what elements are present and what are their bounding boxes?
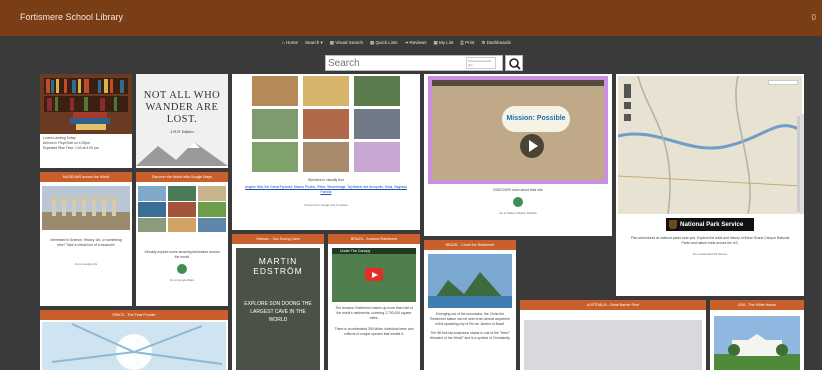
mountain-illustration — [136, 142, 228, 166]
nps-banner[interactable]: National Park Service — [666, 218, 754, 231]
card-google-maps[interactable]: Discover the World with Google Maps Virt… — [136, 172, 228, 306]
nav-my-list[interactable]: ▦ My List — [434, 38, 454, 48]
nav-print[interactable]: ⎙ Print — [460, 38, 474, 48]
mission-video-title: Mission: Possible — [502, 106, 570, 132]
museums-body: Interested in Science, History, Art, or … — [50, 238, 122, 247]
nav-quick-lists[interactable]: ▦ Quick Lists — [370, 38, 398, 48]
mission-link-icon[interactable] — [513, 197, 523, 207]
card-christ-redeemer[interactable]: BRAZIL - Christ the Redeemer Emerging ou… — [424, 240, 516, 370]
card-library-reading[interactable]: Lorem Lending Today Arrives in Floyd Bel… — [40, 74, 132, 168]
card-wonders[interactable]: Wonders in visually tour Angkor Wat, the… — [232, 74, 420, 230]
nav-dashboards[interactable]: ⚙ Dashboards — [481, 38, 511, 48]
quote-text: NOT ALL WHO WANDER ARE LOST. — [143, 90, 221, 125]
amazon-video[interactable]: Under The Canopy — [332, 248, 416, 302]
search-tips[interactable]: Advanced search tips — [466, 57, 496, 69]
son-doong-header[interactable]: Vietnam - Son Doong Cave — [232, 234, 324, 244]
white-house-header[interactable]: USA - The White House — [710, 300, 804, 310]
space-image — [42, 322, 226, 370]
nav-reviews[interactable]: ⇥ Reviews — [404, 38, 426, 48]
google-maps-header[interactable]: Discover the World with Google Maps — [136, 172, 228, 182]
nav-home[interactable]: ⌂ Home — [282, 38, 298, 48]
nps-logo-icon — [669, 220, 677, 229]
map-zoom-controls[interactable] — [624, 84, 631, 98]
wonders-grid — [252, 76, 400, 174]
mission-video: Mission: Possible — [432, 80, 604, 180]
maps-icon[interactable] — [177, 264, 187, 274]
search-button[interactable] — [505, 55, 523, 71]
card-amazon[interactable]: BRAZIL - Amazon Rainforest Under The Can… — [328, 234, 420, 370]
amazon-video-title: Under The Canopy — [340, 249, 371, 253]
museum-ruins-image — [42, 186, 130, 230]
card-great-barrier-reef[interactable]: AUSTRALIA - Great Barrier Reef — [520, 300, 706, 370]
wonders-caption: Wonders in visually tour — [308, 178, 344, 182]
card-space[interactable]: SPACE - The Final Frontier — [40, 310, 228, 370]
redeemer-body-2: The 98 foot tall soapstone statue is one… — [429, 331, 511, 340]
nps-body: Plan adventures at national parks near y… — [630, 236, 790, 245]
space-header[interactable]: SPACE - The Final Frontier — [40, 310, 228, 320]
amazon-body-2: There is an estimated 390 billion indivi… — [334, 327, 414, 336]
reef-image — [524, 320, 702, 370]
mission-credit[interactable]: Go to Tekken Mission Website — [434, 211, 602, 215]
play-icon[interactable] — [365, 268, 383, 281]
mission-caption: DISCOVER more about their site — [493, 188, 543, 192]
reef-header[interactable]: AUSTRALIA - Great Barrier Reef — [520, 300, 706, 310]
book-author: MARTIN EDSTRÖM — [253, 256, 303, 276]
map-search-field[interactable] — [768, 80, 798, 85]
site-title[interactable]: Fortismere School Library — [20, 12, 123, 22]
nav-search[interactable]: Search ▾ — [305, 38, 323, 48]
book-cover: MARTIN EDSTRÖM EXPLORE SON DOONG THE LAR… — [236, 248, 320, 370]
redeemer-body: Emerging out of the mountains, the Chris… — [430, 312, 510, 326]
quote-panel: NOT ALL WHO WANDER ARE LOST. J.R.R Tolki… — [136, 74, 228, 166]
nps-label: National Park Service — [680, 221, 744, 228]
wonders-links[interactable]: Angkor Wat, the Great Pyramid, Machu Pic… — [242, 185, 410, 195]
wonders-credit[interactable]: Scenes from Google Arts & Culture — [242, 203, 410, 207]
card-national-park[interactable]: National Park Service Plan adventures at… — [616, 74, 804, 296]
mission-video-frame[interactable]: Mission: Possible — [428, 76, 608, 184]
card-scrollbar[interactable] — [800, 114, 804, 214]
google-maps-body: Virtually explore some amazing landmarks… — [144, 250, 220, 259]
google-maps-credit[interactable]: Go to Google Maps — [142, 278, 222, 282]
museums-credit[interactable]: Go to Google Arts — [46, 262, 126, 266]
search-input[interactable] — [328, 57, 468, 69]
corner-indicator: 0 — [811, 13, 816, 22]
amazon-body: The Amazon Rainforest makes up more than… — [335, 306, 413, 320]
top-bar: Fortismere School Library 0 — [0, 0, 822, 36]
search-box: Advanced search tips — [325, 55, 503, 71]
card-son-doong[interactable]: Vietnam - Son Doong Cave MARTIN EDSTRÖM … — [232, 234, 324, 370]
search-icon — [509, 58, 521, 70]
rio-image — [428, 254, 512, 308]
book-title: EXPLORE SON DOONG THE LARGEST CAVE IN TH… — [244, 301, 312, 323]
card-mission-possible[interactable]: Mission: Possible DISCOVER more about th… — [424, 74, 612, 236]
nav-bar: ⌂ Home Search ▾ ▦ Visual Search ▦ Quick … — [0, 36, 822, 52]
card-quote[interactable]: NOT ALL WHO WANDER ARE LOST. J.R.R Tolki… — [136, 74, 228, 168]
video-play-icon[interactable] — [520, 134, 544, 158]
map-roads — [617, 75, 803, 215]
map-locate-icon[interactable] — [624, 114, 631, 121]
card-museums[interactable]: MUSEUMS across the World Interested in S… — [40, 172, 132, 306]
park-map[interactable] — [617, 75, 803, 215]
map-layers-icon[interactable] — [624, 102, 631, 109]
redeemer-header[interactable]: BRAZIL - Christ the Redeemer — [424, 240, 516, 250]
landmark-grid — [138, 186, 226, 232]
card-white-house[interactable]: USA - The White House — [710, 300, 804, 370]
museums-header[interactable]: MUSEUMS across the World — [40, 172, 132, 182]
reading-line-3: Expected Rise Time: 1:00 at 4.00 pm — [43, 146, 99, 150]
quote-author: J.R.R Tolkien — [170, 129, 194, 134]
library-bookshelf-image — [40, 74, 132, 134]
amazon-header[interactable]: BRAZIL - Amazon Rainforest — [328, 234, 420, 244]
white-house-image — [714, 316, 800, 370]
nps-credit[interactable]: Go to National Park Service — [626, 252, 794, 256]
nav-visual-search[interactable]: ▦ Visual Search — [330, 38, 363, 48]
